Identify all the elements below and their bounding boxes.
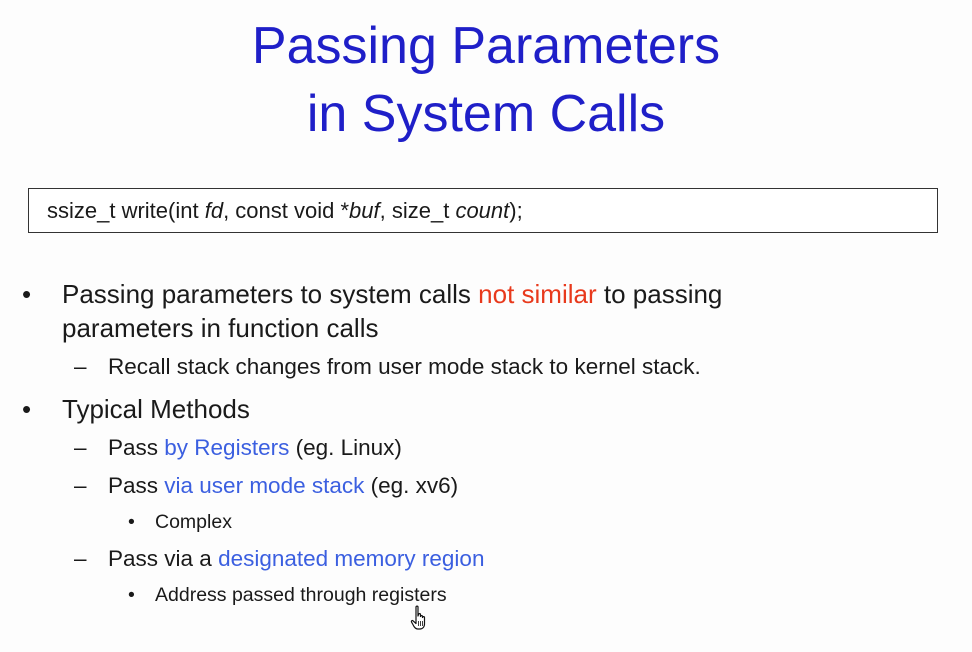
code-mid-2: , size_t	[379, 198, 456, 223]
sub-sub-bullet-complex: Complex	[155, 511, 232, 533]
user-mode-stack-highlight: via user mode stack	[164, 473, 365, 498]
bullet-marker: •	[22, 279, 32, 309]
dash-marker: –	[74, 546, 87, 571]
sub-bullet-memory-region: Pass via a designated memory region	[108, 544, 484, 574]
bullet-marker: •	[22, 394, 32, 424]
sub-bullet-stack-change: Recall stack changes from user mode stac…	[108, 354, 701, 379]
code-mid-1: , const void *	[223, 198, 350, 223]
s1-post: (eg. Linux)	[289, 435, 402, 460]
s2-post: (eg. xv6)	[364, 473, 459, 498]
code-param-buf: buf	[349, 198, 380, 223]
code-param-count: count	[455, 198, 510, 223]
not-similar-highlight: not similar	[478, 279, 597, 309]
function-signature-box: ssize_t write(int fd, const void *buf, s…	[28, 188, 938, 233]
bullet-1-line-1: Passing parameters to system calls not s…	[62, 277, 722, 311]
title-line-1: Passing Parameters	[251, 17, 721, 75]
code-prefix: ssize_t write(int	[47, 198, 205, 223]
s3-pre: Pass via a	[108, 546, 219, 571]
dash-marker: –	[74, 435, 87, 460]
slide-title: Passing Parameters in System Calls	[0, 12, 972, 148]
s1-pre: Pass	[108, 435, 165, 460]
sub-bullet-registers: Pass by Registers (eg. Linux)	[108, 433, 402, 463]
title-line-2: in System Calls	[306, 85, 666, 143]
code-param-fd: fd	[204, 198, 224, 223]
dash-marker: –	[74, 473, 87, 498]
code-suffix: );	[509, 198, 523, 223]
sub-bullet-user-stack: Pass via user mode stack (eg. xv6)	[108, 471, 458, 501]
by-registers-highlight: by Registers	[164, 435, 290, 460]
s2-pre: Pass	[108, 473, 165, 498]
hand-pointer-icon	[410, 605, 426, 630]
bullet-1-pre: Passing parameters to system calls	[62, 279, 479, 309]
designated-memory-region-highlight: designated memory region	[218, 546, 485, 571]
sub-sub-bullet-address: Address passed through registers	[155, 584, 447, 606]
small-bullet-marker: •	[128, 584, 135, 606]
small-bullet-marker: •	[128, 511, 135, 533]
dash-marker: –	[74, 354, 87, 379]
bullet-typical-methods: Typical Methods	[62, 394, 250, 424]
bullet-1-post: to passing	[596, 279, 723, 309]
bullet-1-line-2: parameters in function calls	[62, 313, 379, 343]
